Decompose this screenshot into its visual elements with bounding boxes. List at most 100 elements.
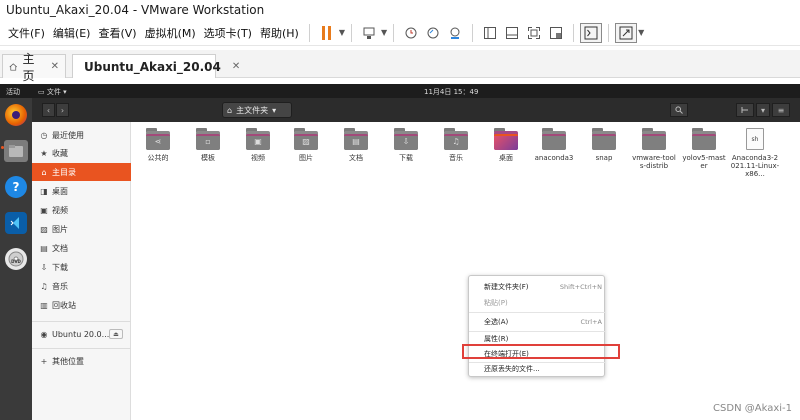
menu-view[interactable]: 查看(V) (94, 25, 140, 41)
thumbnail-button[interactable] (501, 23, 523, 43)
help-icon[interactable]: ? (5, 176, 27, 198)
star-icon: ★ (40, 148, 48, 158)
file-name: Anaconda3-2021.11-Linux-x86... (730, 154, 780, 178)
files-icon[interactable] (4, 140, 28, 162)
file-item[interactable]: ♫ 音乐 (434, 128, 478, 162)
sidebar-item-downloads[interactable]: ⇩ 下载 (32, 258, 131, 276)
menu-vm[interactable]: 虚拟机(M) (141, 25, 200, 41)
dvd-icon[interactable]: DVD (5, 248, 27, 270)
snapshot-manager-icon (450, 27, 460, 39)
menu-item-restore-missing[interactable]: 还原丢失的文件... (469, 361, 606, 377)
file-item[interactable]: snap (582, 128, 626, 162)
close-icon[interactable]: ✕ (51, 61, 59, 72)
eject-icon[interactable]: ⏏ (109, 329, 123, 339)
send-keys-icon (363, 27, 375, 39)
unity-button[interactable] (545, 23, 567, 43)
menu-edit[interactable]: 编辑(E) (49, 25, 95, 41)
home-icon: ⌂ (41, 167, 47, 177)
path-label: 主文件夹 (236, 105, 269, 115)
context-menu: 新建文件夹(F) Shift+Ctrl+N 粘贴(P) 全选(A) Ctrl+A… (468, 275, 606, 377)
file-item[interactable]: yolov5-master (682, 128, 726, 170)
console-view-button[interactable] (580, 22, 603, 43)
search-button[interactable] (670, 103, 688, 117)
file-item[interactable]: sh Anaconda3-2021.11-Linux-x86... (730, 128, 780, 178)
sidebar-toggle-button[interactable] (479, 23, 501, 43)
file-item[interactable]: 桌面 (484, 128, 528, 162)
file-view[interactable]: ⋖ 公共的 ▫ 模板 ▣ 视频 ▨ 图片 ▤ 文档 ⇩ 下载 ♫ 音乐 桌面 a… (132, 122, 800, 420)
firefox-icon[interactable] (5, 104, 27, 126)
send-keys-dropdown-icon[interactable]: ▼ (381, 28, 387, 37)
file-item[interactable]: ⋖ 公共的 (136, 128, 180, 162)
home-icon: ⌂ (227, 105, 233, 115)
menu-item-select-all[interactable]: 全选(A) Ctrl+A (469, 314, 606, 330)
file-item[interactable]: anaconda3 (532, 128, 576, 162)
picture-icon: ▨ (302, 137, 310, 146)
picture-icon: ▨ (40, 224, 48, 234)
fullscreen-button[interactable] (523, 23, 545, 43)
sidebar-item-label: 其他位置 (52, 356, 84, 366)
thumbnail-icon (506, 26, 519, 39)
snapshot-icon (405, 27, 417, 38)
desktop-folder-icon (494, 128, 518, 150)
snapshot-revert-button[interactable] (422, 23, 444, 43)
path-bar[interactable]: ⌂ 主文件夹 ▾ (222, 102, 292, 118)
sidebar-item-other-locations[interactable]: + 其他位置 (32, 352, 131, 370)
sidebar-item-label: 回收站 (52, 300, 76, 310)
menu-item-paste[interactable]: 粘贴(P) (469, 295, 606, 311)
sidebar-item-pictures[interactable]: ▨ 图片 (32, 220, 131, 238)
close-icon[interactable]: ✕ (232, 61, 240, 72)
menu-help[interactable]: 帮助(H) (256, 25, 303, 41)
menu-file[interactable]: 文件(F) (4, 25, 49, 41)
chevron-down-icon: ▾ (63, 88, 67, 96)
app-menu-label: 文件 (46, 88, 61, 96)
vscode-icon[interactable] (5, 212, 27, 234)
file-item[interactable]: ▨ 图片 (284, 128, 328, 162)
tab-ubuntu-vm[interactable]: Ubuntu_Akaxi_20.04 ✕ (72, 54, 240, 78)
back-button[interactable]: ‹ (42, 103, 55, 117)
watermark: CSDN @Akaxi-1 (713, 403, 792, 414)
sidebar-item-music[interactable]: ♫ 音乐 (32, 277, 131, 295)
sidebar-item-starred[interactable]: ★ 收藏 (32, 144, 131, 162)
pause-dropdown-icon[interactable]: ▼ (339, 28, 345, 37)
share-icon: ⋖ (154, 137, 162, 146)
file-item[interactable]: ▤ 文档 (334, 128, 378, 162)
pause-button[interactable] (316, 23, 338, 43)
console-icon (584, 26, 598, 39)
sidebar-item-device[interactable]: ◉ Ubuntu 20.0... ⏏ (32, 325, 131, 343)
view-options-button[interactable] (736, 103, 754, 117)
file-name: anaconda3 (534, 154, 574, 162)
tab-home[interactable]: 主页 ✕ (2, 52, 66, 83)
sidebar-item-documents[interactable]: ▤ 文档 (32, 239, 131, 257)
toolbar-separator (393, 23, 395, 42)
snapshot-button[interactable] (400, 23, 422, 43)
stretch-button[interactable] (615, 22, 638, 43)
toolbar-separator (472, 23, 474, 42)
sidebar-item-label: 文档 (52, 243, 68, 253)
file-item[interactable]: ▫ 模板 (186, 128, 230, 162)
activities-button[interactable]: 活动 (6, 87, 20, 97)
clock[interactable]: 11月4日 15：49 (424, 87, 478, 97)
forward-button[interactable]: › (56, 103, 69, 117)
view-menu-button[interactable]: ▾ (756, 103, 770, 117)
file-item[interactable]: ▣ 视频 (236, 128, 280, 162)
sidebar-item-trash[interactable]: ▥ 回收站 (32, 296, 131, 314)
sidebar-item-videos[interactable]: ▣ 视频 (32, 201, 131, 219)
sidebar-item-desktop[interactable]: ◨ 桌面 (32, 182, 131, 200)
file-item[interactable]: vmware-tools-distrib (632, 128, 676, 170)
stretch-dropdown-icon[interactable]: ▼ (638, 28, 644, 37)
menu-item-new-folder[interactable]: 新建文件夹(F) Shift+Ctrl+N (469, 279, 606, 295)
music-icon: ♫ (452, 137, 460, 146)
disc-icon: ◉ (40, 329, 48, 339)
menu-tabs[interactable]: 选项卡(T) (200, 25, 256, 41)
folder-icon (592, 128, 616, 150)
sort-icon (741, 107, 748, 113)
file-item[interactable]: ⇩ 下载 (384, 128, 428, 162)
send-keys-button[interactable] (358, 23, 380, 43)
gnome-topbar: 活动 ▭ 文件 ▾ 11月4日 15：49 (0, 84, 800, 98)
main-menu-button[interactable]: ≡ (772, 103, 790, 117)
snapshot-manager-button[interactable] (444, 23, 466, 43)
sidebar-item-recent[interactable]: ◷ 最近使用 (32, 126, 131, 144)
folder-icon (642, 128, 666, 150)
sidebar-item-home[interactable]: ⌂ 主目录 (32, 163, 131, 181)
app-menu[interactable]: ▭ 文件 ▾ (38, 87, 67, 97)
